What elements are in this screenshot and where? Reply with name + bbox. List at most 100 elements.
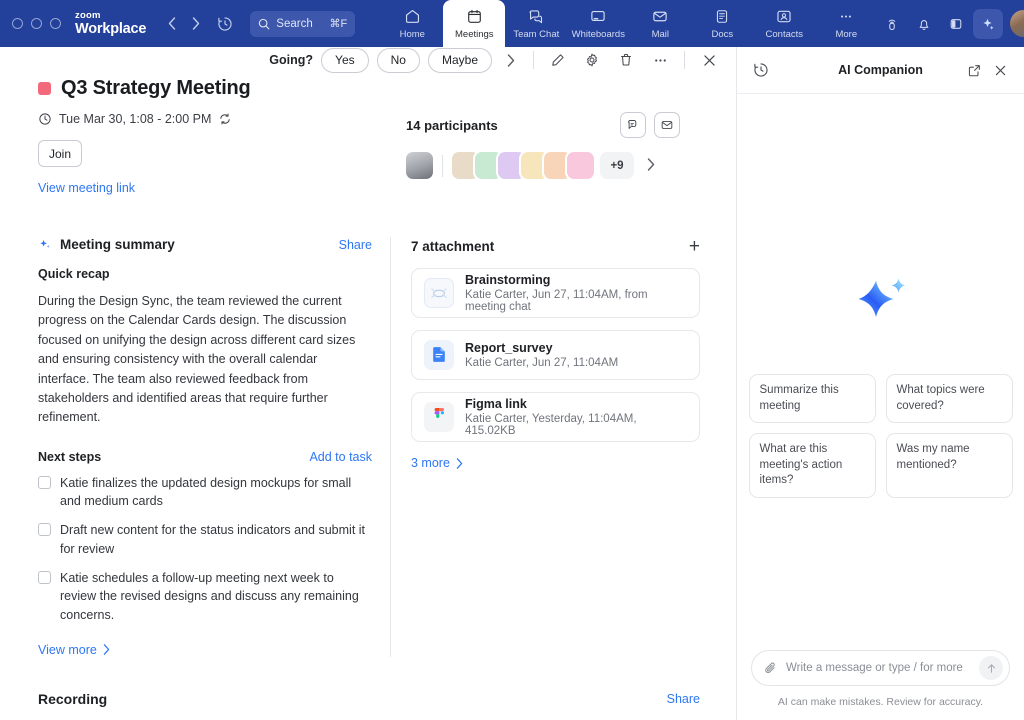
- chevron-left-icon: [168, 17, 176, 30]
- panel-toggle-button[interactable]: [941, 9, 971, 39]
- email-participants-button[interactable]: [654, 112, 680, 138]
- rsvp-overflow-button[interactable]: [500, 54, 522, 67]
- attachment-name: Figma link: [465, 397, 687, 411]
- close-ai-panel-button[interactable]: [988, 58, 1012, 82]
- minimize-window-button[interactable]: [31, 18, 42, 29]
- participant-avatar-6[interactable]: [567, 152, 594, 179]
- whiteboard-thumb-icon: [424, 278, 454, 308]
- meeting-more-button[interactable]: [647, 47, 673, 73]
- tab-team-chat[interactable]: Team Chat: [505, 0, 567, 47]
- attachment-item[interactable]: Figma link Katie Carter, Yesterday, 11:0…: [411, 392, 700, 442]
- copy-invite-button[interactable]: [620, 112, 646, 138]
- top-navigation-bar: zoom Workplace Search ⌘F: [0, 0, 1024, 47]
- next-step-checkbox[interactable]: [38, 571, 51, 584]
- back-button[interactable]: [160, 9, 184, 39]
- attachment-name: Report_survey: [465, 341, 618, 355]
- next-step-text: Draft new content for the status indicat…: [60, 521, 372, 559]
- tab-docs-label: Docs: [711, 29, 733, 40]
- participants-header: 14 participants: [406, 112, 700, 138]
- ai-companion-body: Summarize this meeting What topics were …: [737, 94, 1024, 650]
- attachment-item[interactable]: Brainstorming Katie Carter, Jun 27, 11:0…: [411, 268, 700, 318]
- ai-chip-summarize[interactable]: Summarize this meeting: [749, 374, 876, 423]
- history-button[interactable]: [210, 9, 240, 39]
- tab-more[interactable]: More: [815, 0, 877, 47]
- join-meeting-button[interactable]: Join: [38, 140, 82, 167]
- user-avatar[interactable]: [1010, 10, 1024, 37]
- tab-contacts[interactable]: Contacts: [753, 0, 815, 47]
- tab-contacts-label: Contacts: [766, 29, 804, 40]
- close-detail-button[interactable]: [696, 47, 722, 73]
- next-step-item: Katie finalizes the updated design mocku…: [38, 474, 372, 512]
- popout-panel-button[interactable]: [962, 58, 986, 82]
- page-title: Q3 Strategy Meeting: [61, 77, 251, 100]
- forward-button[interactable]: [184, 9, 208, 39]
- chat-bubbles-icon: [527, 8, 545, 26]
- ai-message-placeholder: Write a message or type / for more: [786, 662, 971, 674]
- attachments-header: 7 attachment +: [411, 237, 700, 256]
- chevron-right-icon: [192, 17, 200, 30]
- meeting-time-text: Tue Mar 30, 1:08 - 2:00 PM: [59, 112, 211, 126]
- tab-whiteboards[interactable]: Whiteboards: [567, 0, 629, 47]
- tab-mail[interactable]: Mail: [629, 0, 691, 47]
- envelope-icon: [660, 118, 674, 132]
- notifications-button[interactable]: [909, 9, 939, 39]
- column-divider: [390, 237, 391, 657]
- ai-send-button[interactable]: [979, 656, 1003, 680]
- bell-icon: [916, 16, 932, 32]
- zoom-workplace-logo: zoom Workplace: [75, 11, 146, 36]
- view-more-label: View more: [38, 643, 97, 657]
- tab-docs[interactable]: Docs: [691, 0, 753, 47]
- tab-meetings[interactable]: Meetings: [443, 0, 505, 47]
- meeting-info-column: Tue Mar 30, 1:08 - 2:00 PM Join View mee…: [38, 112, 398, 197]
- host-avatar[interactable]: [406, 152, 433, 179]
- participants-overflow-count[interactable]: +9: [600, 152, 634, 179]
- pencil-icon: [550, 52, 566, 68]
- maximize-window-button[interactable]: [50, 18, 61, 29]
- rsvp-no-button[interactable]: No: [377, 48, 420, 73]
- participants-actions: [620, 112, 700, 138]
- attachment-name: Brainstorming: [465, 273, 687, 287]
- category-color-dot: [38, 82, 51, 95]
- add-attachment-button[interactable]: +: [689, 237, 700, 256]
- contacts-icon: [775, 8, 793, 26]
- ai-history-button[interactable]: [749, 58, 773, 82]
- ai-chip-name-mentioned[interactable]: Was my name mentioned?: [886, 433, 1013, 498]
- meeting-settings-button[interactable]: [579, 47, 605, 73]
- close-icon: [701, 52, 718, 69]
- participants-column: 14 participants: [398, 112, 700, 197]
- more-attachments-link[interactable]: 3 more: [411, 456, 700, 470]
- ai-chip-action-items[interactable]: What are this meeting's action items?: [749, 433, 876, 498]
- expand-participants-button[interactable]: [647, 158, 655, 174]
- brand-zoom-text: zoom: [75, 11, 146, 21]
- ai-chip-topics[interactable]: What topics were covered?: [886, 374, 1013, 423]
- wifi-signal-button[interactable]: [877, 9, 907, 39]
- meeting-title-row: Q3 Strategy Meeting: [38, 77, 700, 100]
- view-meeting-link[interactable]: View meeting link: [38, 181, 135, 195]
- brand-workplace-text: Workplace: [75, 22, 146, 37]
- ai-message-input[interactable]: Write a message or type / for more: [751, 650, 1010, 686]
- close-window-button[interactable]: [12, 18, 23, 29]
- delete-meeting-button[interactable]: [613, 47, 639, 73]
- edit-meeting-button[interactable]: [545, 47, 571, 73]
- view-more-summary-link[interactable]: View more: [38, 643, 372, 657]
- search-input[interactable]: Search ⌘F: [250, 11, 355, 37]
- rsvp-maybe-button[interactable]: Maybe: [428, 48, 492, 73]
- attachment-item[interactable]: Report_survey Katie Carter, Jun 27, 11:0…: [411, 330, 700, 380]
- rsvp-yes-button[interactable]: Yes: [321, 48, 369, 73]
- ai-companion-button[interactable]: [973, 9, 1003, 39]
- recording-share-link[interactable]: Share: [667, 692, 700, 706]
- add-to-task-link[interactable]: Add to task: [309, 450, 372, 464]
- ellipsis-icon: [837, 8, 855, 26]
- ai-companion-header-actions: [962, 58, 1012, 82]
- toolbar-divider: [533, 51, 534, 69]
- quick-recap-heading: Quick recap: [38, 267, 372, 281]
- meeting-toolbar: Going? Yes No Maybe: [0, 47, 736, 73]
- next-step-checkbox[interactable]: [38, 523, 51, 536]
- content-columns: Meeting summary Share Quick recap During…: [0, 221, 736, 657]
- window-controls[interactable]: [12, 18, 61, 29]
- summary-share-link[interactable]: Share: [339, 238, 372, 252]
- attachment-meta: Katie Carter, Jun 27, 11:04AM: [465, 357, 618, 369]
- tab-home[interactable]: Home: [381, 0, 443, 47]
- next-step-checkbox[interactable]: [38, 476, 51, 489]
- next-steps-heading: Next steps: [38, 450, 101, 464]
